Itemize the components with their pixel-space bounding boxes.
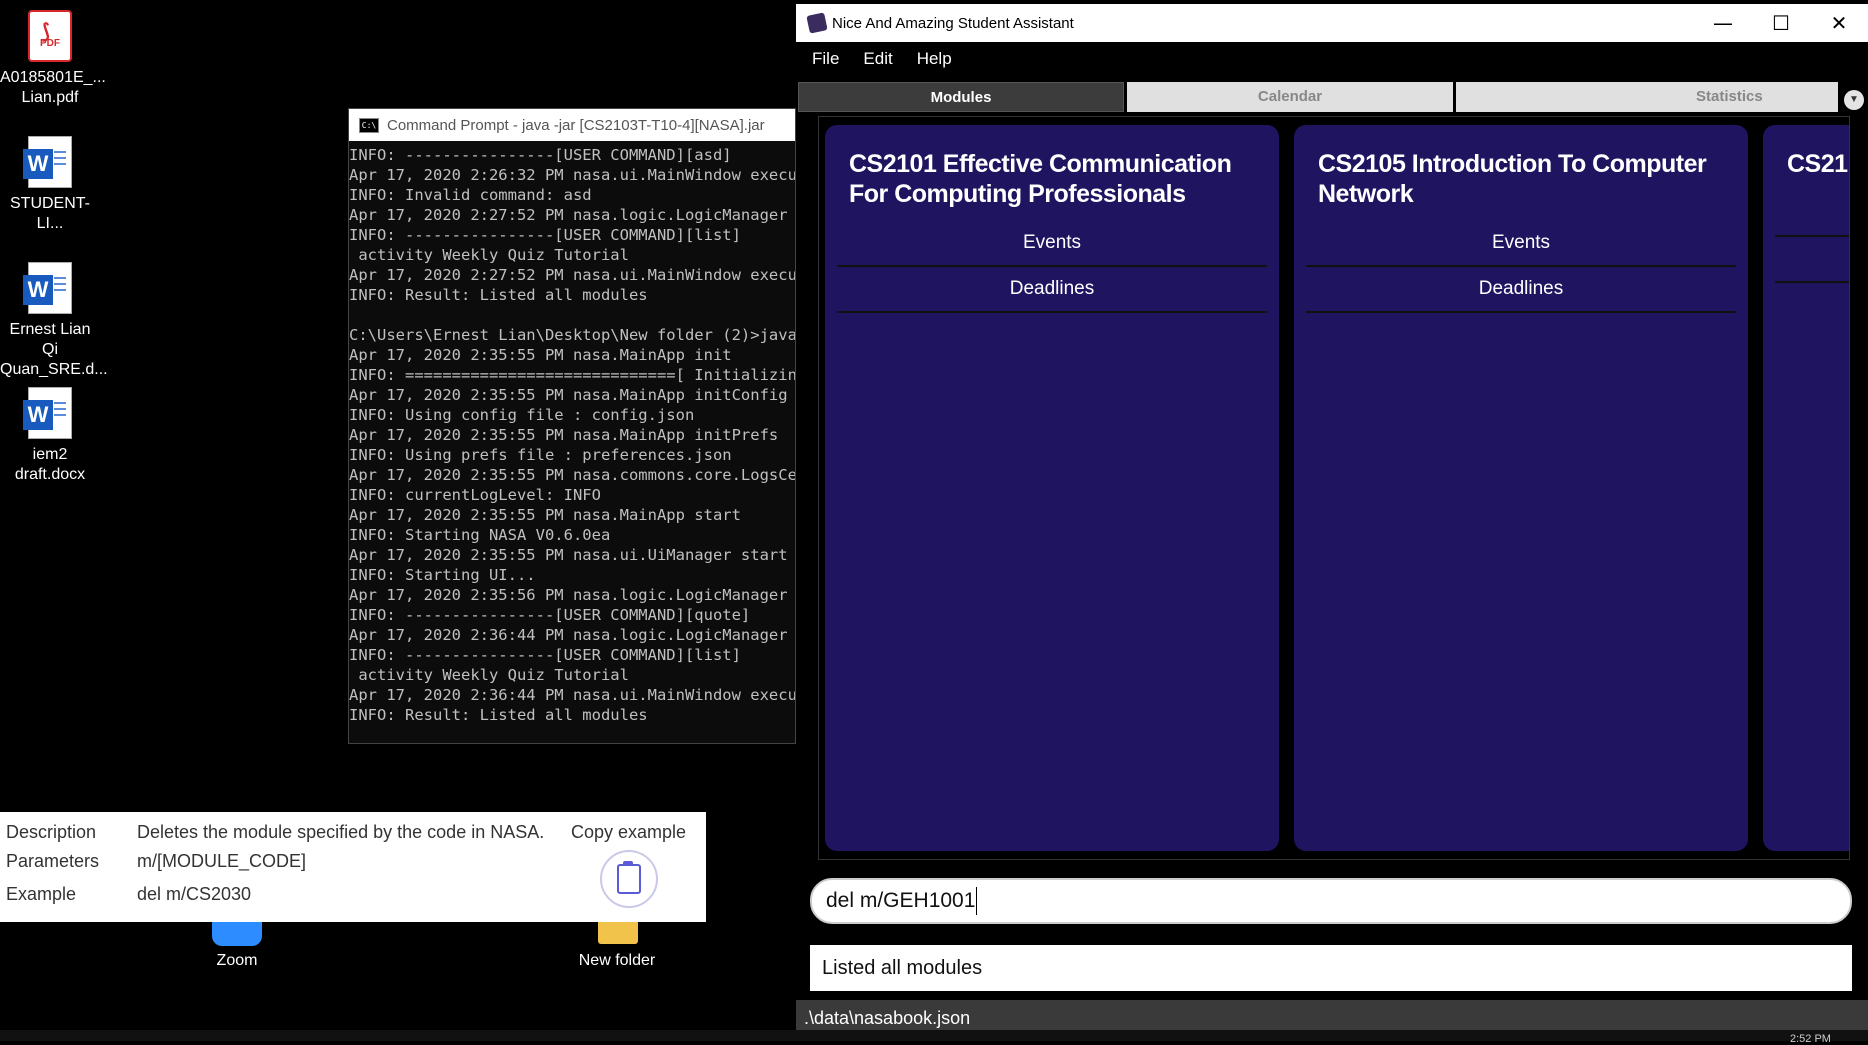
command-prompt-window[interactable]: C:\ Command Prompt - java -jar [CS2103T-… — [348, 108, 796, 744]
module-events[interactable]: Events — [837, 221, 1267, 267]
console-line: Apr 17, 2020 2:27:52 PM nasa.logic.Logic… — [349, 206, 795, 224]
desktop-icon-label: A0185801E_... Lian.pdf — [0, 69, 106, 106]
cmd-icon: C:\ — [359, 117, 379, 133]
nasa-app-window[interactable]: Nice And Amazing Student Assistant — ☐ ✕… — [796, 4, 1868, 1041]
taskbar-clock: 2:52 PM — [1790, 1033, 1831, 1045]
desktop-icon-student-doc[interactable]: W STUDENT-LI... — [0, 136, 100, 234]
module-card[interactable]: CS2101 Effective Communication For Compu… — [825, 125, 1279, 851]
desktop-icon-pdf[interactable]: ⟆ PDF A0185801E_... Lian.pdf — [0, 10, 106, 108]
console-line: Apr 17, 2020 2:35:55 PM nasa.MainApp sta… — [349, 506, 741, 524]
command-input[interactable]: del m/GEH1001 — [810, 878, 1852, 924]
console-line: INFO: Starting NASA V0.6.0ea — [349, 526, 611, 544]
word-file-icon: W — [23, 387, 72, 439]
module-card[interactable]: CS2105 Introduction To Computer Network … — [1294, 125, 1748, 851]
parameters-label: Parameters — [6, 851, 100, 871]
console-output: INFO: ----------------[USER COMMAND][asd… — [349, 141, 795, 745]
console-line: INFO: Invalid command: asd — [349, 186, 592, 204]
module-events[interactable]: Events — [1306, 221, 1736, 267]
console-line: Apr 17, 2020 2:35:55 PM nasa.MainApp ini… — [349, 346, 732, 364]
desktop-icon-label: iem2 draft.docx — [14, 446, 86, 483]
maximize-button[interactable]: ☐ — [1752, 4, 1810, 42]
console-line: INFO: Result: Listed all modules — [349, 286, 648, 304]
module-list[interactable]: CS2101 Effective Communication For Compu… — [818, 116, 1850, 860]
clipboard-icon — [617, 861, 641, 894]
console-line: activity Weekly Quiz Tutorial — [349, 246, 629, 264]
desktop-icon-label: STUDENT-LI... — [10, 195, 90, 232]
example-value: del m/CS2030 — [137, 884, 252, 904]
console-line: INFO: ----------------[USER COMMAND][lis… — [349, 646, 741, 664]
console-line: activity Weekly Quiz Tutorial — [349, 666, 629, 684]
menu-edit[interactable]: Edit — [863, 49, 892, 69]
console-line: C:\Users\Ernest Lian\Desktop\New folder … — [349, 326, 795, 344]
description-label: Description — [6, 822, 97, 842]
data-file-path: .\data\nasabook.json — [804, 1008, 971, 1028]
console-line: INFO: =============================[ Ini… — [349, 366, 795, 384]
word-file-icon: W — [23, 136, 72, 188]
app-title: Nice And Amazing Student Assistant — [832, 14, 1074, 32]
desktop-shortcut-zoom[interactable]: Zoom — [177, 952, 297, 970]
tab-modules[interactable]: Modules — [798, 82, 1124, 112]
console-line: Apr 17, 2020 2:35:55 PM nasa.MainApp ini… — [349, 426, 779, 444]
copy-example-label: Copy example — [571, 822, 687, 842]
menu-file[interactable]: File — [812, 49, 839, 69]
taskbar — [0, 1030, 1868, 1041]
menu-bar: File Edit Help — [796, 42, 1868, 76]
parameters-value: m/[MODULE_CODE] — [137, 851, 307, 871]
console-line: Apr 17, 2020 2:26:32 PM nasa.ui.MainWind… — [349, 166, 795, 184]
module-title: CS21 — [1787, 150, 1848, 178]
desktop-icon-ernest-doc[interactable]: W Ernest Lian Qi Quan_SRE.d... — [0, 262, 108, 380]
console-line: INFO: currentLogLevel: INFO — [349, 486, 601, 504]
desktop-shortcut-new-folder[interactable]: New folder — [557, 952, 677, 970]
module-title: CS2105 Introduction To Computer Network — [1318, 150, 1707, 208]
command-prompt-title: Command Prompt - java -jar [CS2103T-T10-… — [387, 116, 765, 134]
console-line: Apr 17, 2020 2:36:44 PM nasa.logic.Logic… — [349, 626, 795, 644]
module-deadlines[interactable]: Deadlines — [1306, 267, 1736, 313]
console-line: Apr 17, 2020 2:27:52 PM nasa.ui.MainWind… — [349, 266, 795, 284]
console-line: Apr 17, 2020 2:35:55 PM nasa.ui.UiManage… — [349, 546, 788, 564]
minimize-button[interactable]: — — [1694, 4, 1752, 42]
console-line: Apr 17, 2020 2:35:55 PM nasa.MainApp ini… — [349, 386, 788, 404]
example-label: Example — [6, 884, 77, 904]
menu-help[interactable]: Help — [917, 49, 952, 69]
desktop-icon-label: Ernest Lian Qi Quan_SRE.d... — [0, 321, 108, 378]
console-line: INFO: ----------------[USER COMMAND][quo… — [349, 606, 751, 624]
module-events[interactable] — [1775, 191, 1849, 237]
tab-statistics[interactable]: Statistics — [1456, 82, 1838, 112]
module-card[interactable]: CS21 — [1763, 125, 1849, 851]
module-title: CS2101 Effective Communication For Compu… — [849, 150, 1232, 208]
console-line: Apr 17, 2020 2:36:44 PM nasa.ui.MainWind… — [349, 686, 795, 704]
console-line: INFO: Using prefs file : preferences.jso… — [349, 446, 732, 464]
console-line: INFO: ----------------[USER COMMAND][asd… — [349, 146, 732, 164]
command-input-text: del m/GEH1001 — [826, 889, 976, 912]
text-caret — [976, 887, 978, 916]
app-titlebar[interactable]: Nice And Amazing Student Assistant — ☐ ✕ — [796, 4, 1868, 42]
desktop-icon-iem2-doc[interactable]: W iem2 draft.docx — [0, 387, 100, 485]
command-help-popup: Description Deletes the module specified… — [0, 812, 706, 922]
app-logo-icon — [806, 12, 828, 34]
pdf-file-icon: ⟆ PDF — [28, 10, 72, 62]
tab-dropdown-icon[interactable]: ▼ — [1844, 90, 1864, 110]
console-line: Apr 17, 2020 2:35:56 PM nasa.logic.Logic… — [349, 586, 795, 604]
copy-example-button[interactable] — [600, 850, 658, 908]
console-line: INFO: Using config file : config.json — [349, 406, 695, 424]
module-deadlines[interactable]: Deadlines — [837, 267, 1267, 313]
console-line: Apr 17, 2020 2:35:55 PM nasa.commons.cor… — [349, 466, 795, 484]
tab-calendar[interactable]: Calendar — [1127, 82, 1453, 112]
description-value: Deletes the module specified by the code… — [137, 822, 545, 842]
module-deadlines[interactable] — [1775, 237, 1849, 283]
console-line: INFO: Result: Listed all modules — [349, 706, 648, 724]
console-line: INFO: Starting UI... — [349, 566, 536, 584]
console-line: INFO: ----------------[USER COMMAND][lis… — [349, 226, 741, 244]
tab-bar: Modules Calendar Statistics ▼ — [796, 78, 1868, 112]
result-display: Listed all modules — [810, 945, 1852, 991]
close-button[interactable]: ✕ — [1810, 4, 1868, 42]
word-file-icon: W — [23, 262, 72, 314]
command-prompt-titlebar[interactable]: C:\ Command Prompt - java -jar [CS2103T-… — [349, 109, 795, 141]
